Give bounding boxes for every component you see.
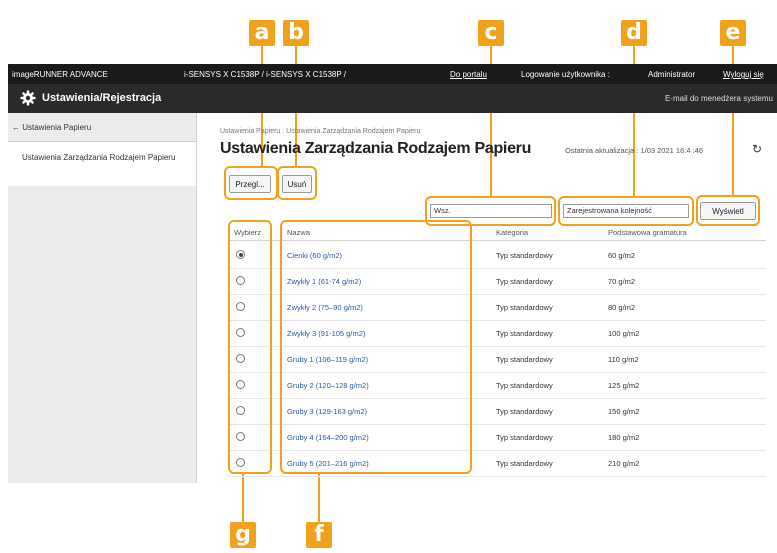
col-category: Kategoria: [496, 228, 529, 237]
paper-weight: 70 g/m2: [608, 277, 636, 286]
highlight-b: [277, 166, 317, 200]
logout-link[interactable]: Wyloguj się: [723, 70, 764, 79]
paper-category: Typ standardowy: [496, 329, 553, 338]
portal-link[interactable]: Do portalu: [450, 70, 487, 79]
highlight-g: [228, 220, 272, 474]
gear-icon: [20, 90, 36, 106]
paper-weight: 100 g/m2: [608, 329, 640, 338]
callout-a: a: [249, 20, 275, 46]
page-title: Ustawienia Zarządzania Rodzajem Papieru: [220, 140, 532, 157]
paper-category: Typ standardowy: [496, 407, 553, 416]
title-bar: Ustawienia/Rejestracja E-mail do menedże…: [8, 84, 777, 113]
callout-g: g: [230, 522, 256, 548]
email-admin-link[interactable]: E-mail do menedżera systemu: [665, 94, 773, 103]
login-label: Logowanie użytkownika :: [521, 70, 610, 79]
paper-category: Typ standardowy: [496, 459, 553, 468]
sidebar: ← Ustawienia Papieru Ustawienia Zarządza…: [8, 113, 197, 483]
paper-category: Typ standardowy: [496, 433, 553, 442]
breadcrumb: Ustawienia Papieru : Ustawienia Zarządza…: [220, 128, 421, 135]
top-bar: imageRUNNER ADVANCE i-SENSYS X C1538P / …: [8, 64, 777, 84]
callout-g-line: [242, 474, 244, 522]
sidebar-back-link[interactable]: ← Ustawienia Papieru: [12, 123, 91, 132]
refresh-icon[interactable]: ↻: [752, 142, 762, 156]
model-name: i-SENSYS X C1538P / i-SENSYS X C1538P /: [184, 70, 347, 79]
paper-weight: 180 g/m2: [608, 433, 640, 442]
highlight-e: [696, 195, 760, 226]
callout-c: c: [478, 20, 504, 46]
last-update: Ostatnia aktualizacja : 1/03 2021 16:4 :…: [565, 146, 704, 155]
sidebar-item-label: Ustawienia Zarządzania Rodzajem Papieru: [22, 153, 176, 162]
callout-f: f: [306, 522, 332, 548]
sidebar-item-paper-type-management[interactable]: Ustawienia Zarządzania Rodzajem Papieru: [8, 142, 196, 186]
col-basis-weight: Podstawowa gramatura: [608, 228, 687, 237]
paper-category: Typ standardowy: [496, 355, 553, 364]
highlight-a: [224, 166, 278, 200]
callout-b: b: [283, 20, 309, 46]
product-name: imageRUNNER ADVANCE: [12, 70, 108, 79]
paper-category: Typ standardowy: [496, 277, 553, 286]
paper-category: Typ standardowy: [496, 251, 553, 260]
app-title: Ustawienia/Rejestracja: [42, 92, 162, 104]
callout-f-line: [318, 474, 320, 522]
paper-weight: 125 g/m2: [608, 381, 640, 390]
user-name: Administrator: [648, 70, 696, 79]
paper-weight: 150 g/m2: [608, 407, 640, 416]
paper-category: Typ standardowy: [496, 303, 553, 312]
highlight-f: [280, 220, 472, 474]
callout-e: e: [720, 20, 746, 46]
paper-category: Typ standardowy: [496, 381, 553, 390]
paper-weight: 60 g/m2: [608, 251, 636, 260]
paper-weight: 80 g/m2: [608, 303, 636, 312]
paper-weight: 110 g/m2: [608, 355, 639, 364]
paper-weight: 210 g/m2: [608, 459, 640, 468]
callout-d: d: [621, 20, 647, 46]
highlight-d: [558, 196, 694, 226]
